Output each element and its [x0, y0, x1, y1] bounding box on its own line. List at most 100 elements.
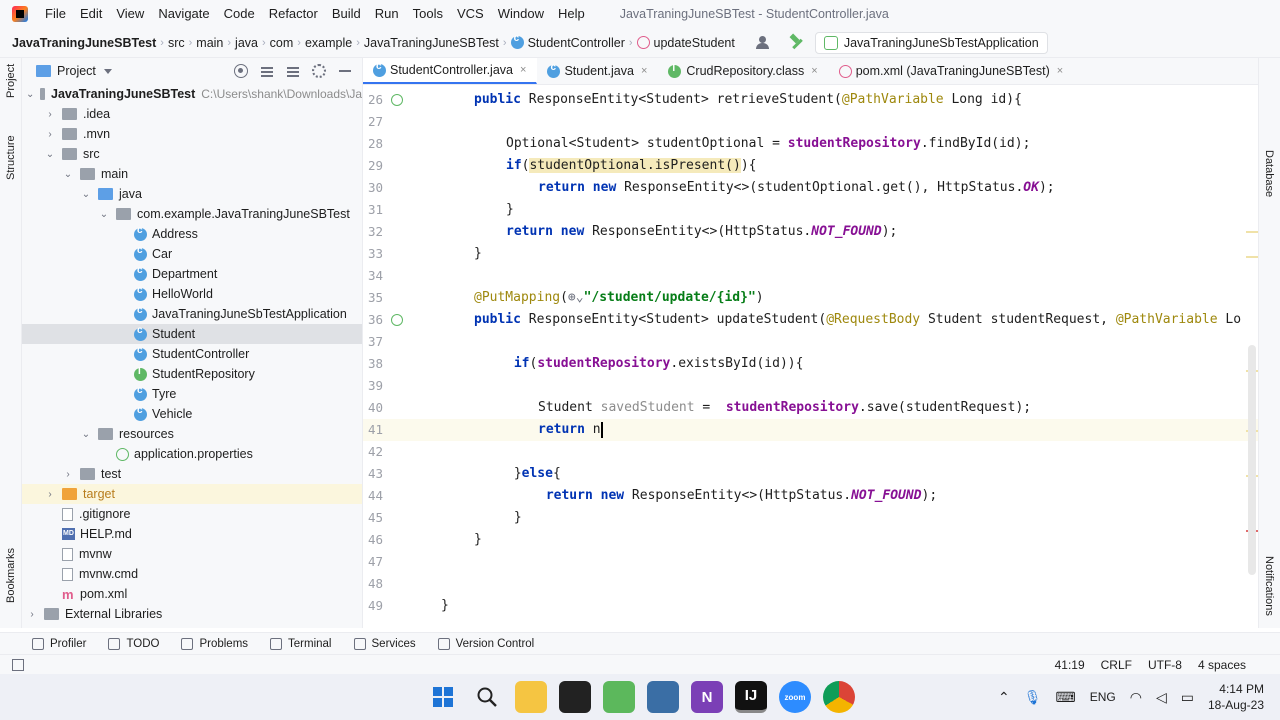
tree-item[interactable]: ⌄ resources: [22, 424, 362, 444]
tool-window-services[interactable]: Services: [353, 637, 416, 650]
code-line[interactable]: 49}: [363, 595, 1258, 617]
terminal-icon[interactable]: [559, 681, 591, 713]
tree-item[interactable]: StudentController: [22, 344, 362, 364]
chevron-right-icon[interactable]: ›: [44, 109, 56, 120]
search-icon[interactable]: [471, 681, 503, 713]
code-line[interactable]: 47: [363, 551, 1258, 573]
file-explorer-icon[interactable]: [515, 681, 547, 713]
tree-item[interactable]: › test: [22, 464, 362, 484]
breadcrumb-item[interactable]: example: [305, 36, 352, 50]
code-line[interactable]: 31}: [363, 199, 1258, 221]
toggle-tool-windows-icon[interactable]: [12, 658, 24, 671]
zoom-icon[interactable]: zoom: [779, 681, 811, 713]
chevron-up-icon[interactable]: ⌃: [998, 689, 1010, 706]
chevron-down-icon[interactable]: ⌄: [26, 89, 34, 100]
breadcrumb-item[interactable]: java: [235, 36, 258, 50]
code-line[interactable]: 36 public ResponseEntity<Student> updateS…: [363, 309, 1258, 331]
breadcrumb-item[interactable]: main: [196, 36, 223, 50]
tree-item[interactable]: ⌄ src: [22, 144, 362, 164]
tree-item[interactable]: Student: [22, 324, 362, 344]
breadcrumb-item[interactable]: JavaTraningJuneSBTest: [364, 36, 499, 50]
code-line[interactable]: 27: [363, 111, 1258, 133]
tree-item[interactable]: mvnw.cmd: [22, 564, 362, 584]
tree-item[interactable]: .gitignore: [22, 504, 362, 524]
chevron-down-icon[interactable]: ⌄: [44, 149, 56, 160]
breadcrumb-item[interactable]: updateStudent: [636, 36, 735, 50]
tree-item[interactable]: HelloWorld: [22, 284, 362, 304]
close-icon[interactable]: ×: [641, 65, 647, 77]
code-line[interactable]: 46}: [363, 529, 1258, 551]
menu-window[interactable]: Window: [491, 0, 551, 28]
warning-marker[interactable]: [1246, 256, 1258, 258]
gear-icon[interactable]: [312, 64, 326, 78]
tree-item[interactable]: MD HELP.md: [22, 524, 362, 544]
warning-marker[interactable]: [1246, 231, 1258, 233]
code-line[interactable]: 39: [363, 375, 1258, 397]
indent-setting[interactable]: 4 spaces: [1198, 658, 1246, 672]
tree-item[interactable]: ⌄ java: [22, 184, 362, 204]
tool-window-problems[interactable]: Problems: [181, 637, 248, 650]
chevron-right-icon[interactable]: ›: [62, 469, 74, 480]
menu-edit[interactable]: Edit: [73, 0, 109, 28]
code-line[interactable]: 30 return new ResponseEntity<>(studentOpt…: [363, 177, 1258, 199]
tree-item[interactable]: Tyre: [22, 384, 362, 404]
user-icon[interactable]: [755, 35, 771, 50]
tree-item[interactable]: m pom.xml: [22, 584, 362, 604]
chevron-right-icon[interactable]: ›: [26, 609, 38, 620]
tool-window-todo[interactable]: TODO: [108, 637, 159, 650]
clock[interactable]: 4:14 PM 18-Aug-23: [1208, 681, 1264, 713]
breadcrumb-item[interactable]: com: [270, 36, 294, 50]
tree-item[interactable]: mvnw: [22, 544, 362, 564]
tool-window-profiler[interactable]: Profiler: [32, 637, 86, 650]
bean-gutter-icon[interactable]: [391, 314, 403, 326]
editor-tab[interactable]: pom.xml (JavaTraningJuneSBTest) ×: [829, 58, 1075, 84]
chevron-right-icon[interactable]: ›: [44, 129, 56, 140]
code-line[interactable]: 26 public ResponseEntity<Student> retriev…: [363, 89, 1258, 111]
tree-root-item[interactable]: ⌄ JavaTraningJuneSBTest C:\Users\shank\D…: [22, 84, 362, 104]
editor-tab[interactable]: StudentController.java ×: [363, 58, 538, 84]
chevron-down-icon[interactable]: ⌄: [80, 429, 92, 440]
build-hammer-icon[interactable]: [789, 35, 805, 51]
tree-item[interactable]: Vehicle: [22, 404, 362, 424]
menu-view[interactable]: View: [109, 0, 151, 28]
code-line[interactable]: 32 return new ResponseEntity<>(HttpStatus…: [363, 221, 1258, 243]
notifications-tool-tab[interactable]: Notifications: [1263, 556, 1275, 616]
file-encoding[interactable]: UTF-8: [1148, 658, 1182, 672]
code-line[interactable]: 33}: [363, 243, 1258, 265]
tree-item[interactable]: › .mvn: [22, 124, 362, 144]
microphone-icon[interactable]: 🎙: [1024, 689, 1042, 706]
menu-build[interactable]: Build: [325, 0, 368, 28]
code-line[interactable]: 40 Student savedStudent = studentReposito…: [363, 397, 1258, 419]
tool-window-terminal[interactable]: Terminal: [270, 637, 332, 650]
bookmarks-tool-tab[interactable]: Bookmarks: [5, 548, 17, 603]
expand-all-icon[interactable]: [260, 64, 274, 78]
tree-item[interactable]: StudentRepository: [22, 364, 362, 384]
menu-tools[interactable]: Tools: [406, 0, 450, 28]
tree-item[interactable]: Department: [22, 264, 362, 284]
menu-file[interactable]: File: [38, 0, 73, 28]
editor-scrollbar[interactable]: [1248, 345, 1256, 575]
structure-tool-tab[interactable]: Structure: [5, 135, 17, 180]
code-line[interactable]: 42: [363, 441, 1258, 463]
chevron-down-icon[interactable]: ⌄: [62, 169, 74, 180]
run-configuration-select[interactable]: JavaTraningJuneSbTestApplication: [814, 31, 1048, 54]
intellij-taskbar-icon[interactable]: IJ: [735, 681, 767, 713]
chevron-right-icon[interactable]: ›: [44, 489, 56, 500]
code-line[interactable]: 28 Optional<Student> studentOptional = st…: [363, 133, 1258, 155]
menu-refactor[interactable]: Refactor: [262, 0, 325, 28]
code-line[interactable]: 41 return n: [363, 419, 1258, 441]
breadcrumb-item[interactable]: JavaTraningJuneSBTest: [12, 36, 156, 50]
menu-help[interactable]: Help: [551, 0, 592, 28]
code-line[interactable]: 48: [363, 573, 1258, 595]
volume-icon[interactable]: ◁: [1156, 689, 1167, 706]
chevron-down-icon[interactable]: ⌄: [98, 209, 110, 220]
code-line[interactable]: 29 if(studentOptional.isPresent()){: [363, 155, 1258, 177]
code-line[interactable]: 34: [363, 265, 1258, 287]
keyboard-icon[interactable]: ⌨: [1055, 689, 1075, 706]
tree-item[interactable]: JavaTraningJuneSbTestApplication: [22, 304, 362, 324]
language-indicator[interactable]: ENG: [1090, 690, 1116, 704]
database-tool-tab[interactable]: Database: [1263, 150, 1275, 197]
tool-window-version-control[interactable]: Version Control: [437, 637, 534, 650]
tree-item[interactable]: › .idea: [22, 104, 362, 124]
chrome-icon[interactable]: [823, 681, 855, 713]
